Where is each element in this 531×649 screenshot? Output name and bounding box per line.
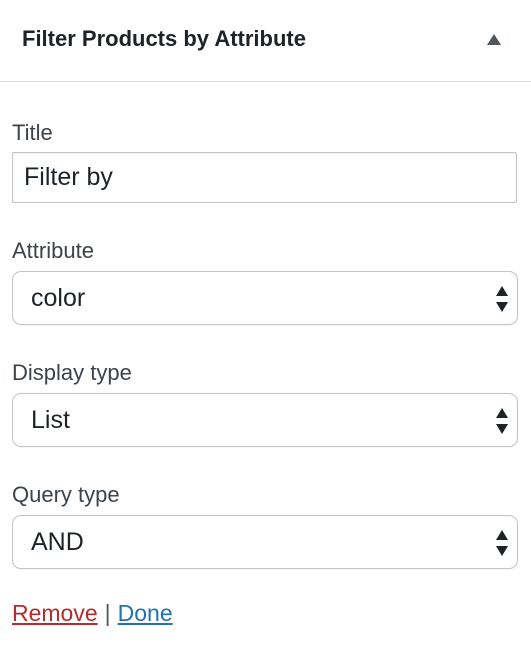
title-field-label: Title [12, 120, 53, 145]
done-link[interactable]: Done [118, 600, 173, 626]
attribute-select[interactable]: color [12, 271, 518, 325]
query-type-select[interactable]: AND [12, 515, 518, 569]
widget-actions: Remove | Done [12, 598, 173, 628]
remove-link[interactable]: Remove [12, 600, 98, 626]
select-arrows-icon [496, 286, 508, 312]
select-arrows-icon [496, 530, 508, 556]
widget-header[interactable]: Filter Products by Attribute [0, 0, 531, 82]
attribute-field-label: Attribute [12, 238, 94, 263]
widget-toggle-button[interactable] [474, 22, 514, 58]
select-arrows-icon [496, 408, 508, 434]
attribute-select-value: color [31, 284, 86, 312]
widget-title: Filter Products by Attribute [22, 26, 306, 51]
title-input[interactable] [12, 152, 517, 203]
actions-separator: | [104, 600, 111, 626]
triangle-up-icon [487, 34, 501, 45]
query-type-field-label: Query type [12, 482, 120, 507]
query-type-select-value: AND [31, 528, 84, 556]
display-type-field-label: Display type [12, 360, 132, 385]
display-type-select-value: List [31, 406, 70, 434]
display-type-select[interactable]: List [12, 393, 518, 447]
